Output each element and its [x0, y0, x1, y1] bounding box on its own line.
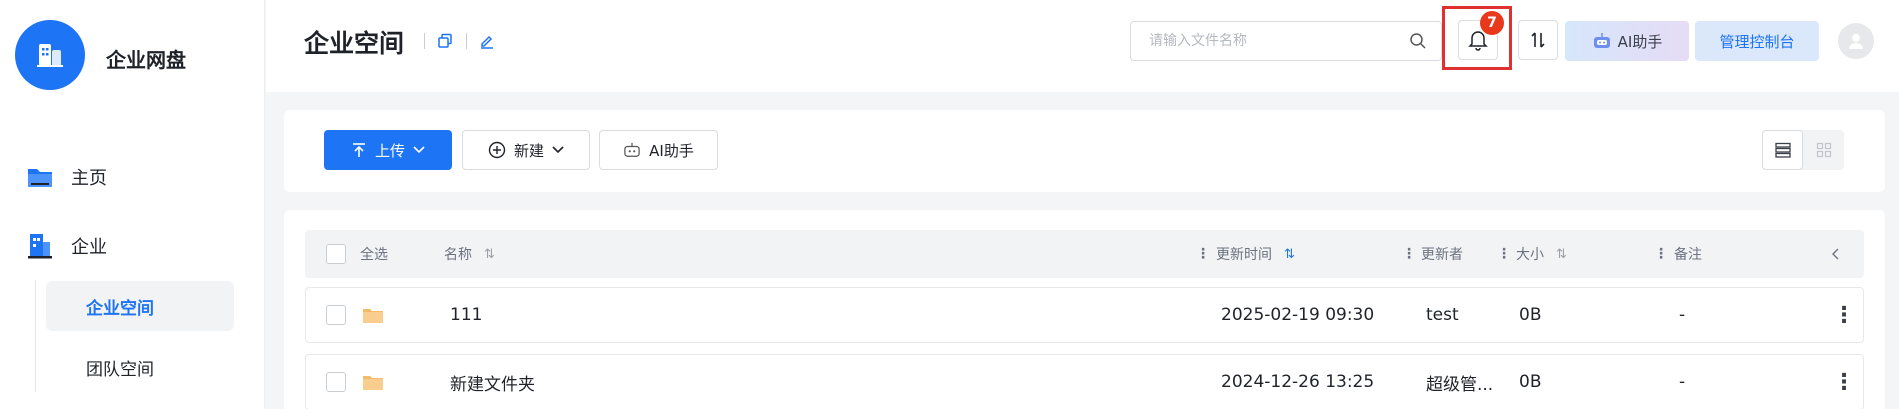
more-actions-icon[interactable]: ⋮ [1833, 355, 1855, 409]
robot-icon [624, 142, 640, 157]
view-toggle [1762, 130, 1844, 170]
sort-icon[interactable]: ⇅ [1284, 247, 1295, 262]
chevron-down-icon [413, 146, 425, 154]
sort-icon[interactable]: ⇅ [1556, 247, 1567, 262]
column-updater[interactable]: 更新者 [1421, 230, 1463, 278]
search-box [1130, 21, 1442, 61]
folder-icon [362, 288, 384, 342]
avatar[interactable] [1838, 23, 1874, 59]
column-label: 更新者 [1421, 247, 1463, 263]
sidebar-subitem-team-space[interactable]: 团队空间 [46, 342, 234, 392]
edit-icon[interactable] [477, 31, 497, 51]
new-label: 新建 [513, 141, 544, 160]
column-resize-handle[interactable]: ⋮ [1402, 246, 1416, 262]
ai-assistant-button[interactable]: AI助手 [1565, 21, 1689, 61]
toolbar: 上传 新建 AI助手 [284, 110, 1885, 192]
sort-icon[interactable]: ⇅ [484, 247, 495, 262]
select-all-checkbox[interactable] [326, 244, 346, 264]
file-name[interactable]: 111 [450, 288, 482, 342]
column-label: 备注 [1674, 247, 1702, 263]
app-logo [15, 20, 85, 90]
updated-time: 2025-02-19 09:30 [1221, 305, 1375, 325]
row-checkbox[interactable] [326, 305, 346, 325]
search-input[interactable] [1149, 22, 1409, 60]
app-name: 企业网盘 [106, 48, 186, 72]
select-all[interactable]: 全选 [326, 230, 388, 278]
title-divider [466, 33, 467, 49]
header: 企业空间 7 AI助手 管理控制台 [266, 0, 1899, 92]
upload-button[interactable]: 上传 [324, 130, 452, 170]
plus-circle-icon [488, 141, 506, 159]
table-header: 全选 名称 ⇅ ⋮ 更新时间 ⇅ ⋮ 更新者 ⋮ 大小 ⇅ ⋮ 备注 [305, 230, 1864, 278]
column-resize-handle[interactable]: ⋮ [1497, 246, 1511, 262]
ai-assistant-label: AI助手 [649, 141, 694, 160]
user-icon [1849, 34, 1863, 49]
updated-time: 2024-12-26 13:25 [1221, 372, 1375, 392]
column-label: 更新时间 [1216, 247, 1272, 263]
file-name[interactable]: 新建文件夹 [450, 355, 535, 409]
title-divider [424, 33, 425, 49]
submenu-divider [35, 280, 36, 392]
grid-view-icon [1816, 142, 1831, 158]
note: - [1679, 372, 1686, 392]
more-actions-icon[interactable]: ⋮ [1833, 288, 1855, 342]
notification-badge: 7 [1480, 11, 1504, 35]
file-size: 0B [1519, 305, 1542, 325]
column-resize-handle[interactable]: ⋮ [1654, 246, 1668, 262]
note: - [1679, 305, 1686, 325]
column-name[interactable]: 名称 ⇅ [444, 230, 495, 278]
table-row[interactable]: 111 2025-02-19 09:30 test 0B - ⋮ [305, 287, 1864, 343]
ai-assistant-toolbar-button[interactable]: AI助手 [599, 130, 718, 170]
column-size[interactable]: 大小 ⇅ [1516, 230, 1567, 278]
admin-console-button[interactable]: 管理控制台 [1695, 21, 1819, 61]
copy-icon[interactable] [435, 31, 455, 51]
column-resize-handle[interactable]: ⋮ [1196, 246, 1210, 262]
page-title: 企业空间 [304, 29, 405, 58]
building-icon [25, 231, 55, 261]
upload-icon [352, 143, 365, 157]
select-all-label: 全选 [360, 247, 388, 263]
building-logo-icon [37, 44, 63, 67]
updater: 超级管... [1426, 374, 1494, 395]
column-label: 名称 [444, 247, 472, 263]
column-note[interactable]: 备注 [1674, 230, 1702, 278]
sidebar-item-label: 主页 [71, 168, 107, 189]
sort-arrows-icon [1531, 32, 1545, 48]
list-view-button[interactable] [1762, 130, 1803, 170]
sidebar-subitem-enterprise-space[interactable]: 企业空间 [46, 281, 234, 331]
file-size: 0B [1519, 372, 1542, 392]
sidebar: 企业网盘 主页 企业 企业空间 团队空间 [0, 0, 265, 409]
table-row[interactable]: 新建文件夹 2024-12-26 13:25 超级管... 0B - ⋮ [305, 354, 1864, 409]
sidebar-item-enterprise[interactable]: 企业 [25, 226, 107, 266]
row-checkbox[interactable] [326, 372, 346, 392]
collapse-columns-button[interactable] [1831, 230, 1839, 278]
updater: test [1426, 305, 1459, 325]
new-button[interactable]: 新建 [462, 130, 590, 170]
list-view-icon [1774, 142, 1791, 158]
column-updated[interactable]: 更新时间 ⇅ [1216, 230, 1295, 278]
chevron-down-icon [552, 146, 564, 154]
file-table: 全选 名称 ⇅ ⋮ 更新时间 ⇅ ⋮ 更新者 ⋮ 大小 ⇅ ⋮ 备注 111 2… [284, 210, 1885, 409]
chevron-left-icon [1832, 248, 1839, 260]
sort-button[interactable] [1518, 20, 1558, 60]
column-label: 大小 [1516, 247, 1544, 263]
search-icon[interactable] [1409, 32, 1427, 54]
upload-label: 上传 [374, 141, 405, 160]
robot-icon [1593, 33, 1610, 48]
ai-assistant-label: AI助手 [1617, 32, 1663, 51]
sidebar-item-home[interactable]: 主页 [25, 157, 107, 197]
folder-icon [362, 355, 384, 409]
grid-view-button[interactable] [1803, 130, 1844, 170]
sidebar-item-label: 企业 [71, 237, 107, 258]
folder-icon [25, 162, 55, 192]
